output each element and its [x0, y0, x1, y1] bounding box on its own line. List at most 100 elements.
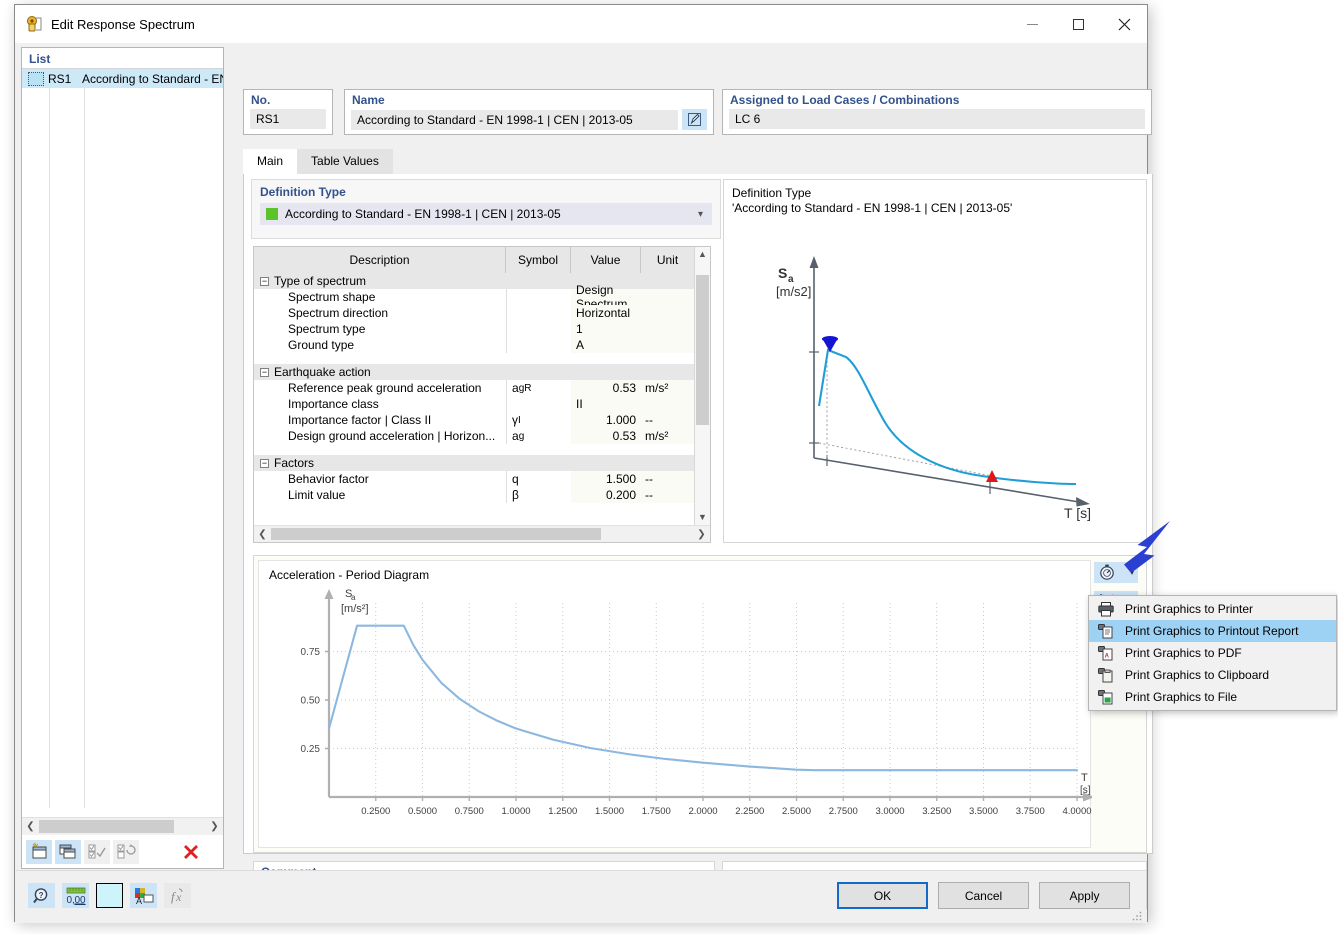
name-field-group: Name According to Standard - EN 1998-1 |… [344, 89, 714, 135]
svg-text:A: A [136, 896, 142, 905]
scroll-thumb[interactable] [696, 275, 709, 425]
close-button[interactable] [1101, 5, 1147, 43]
svg-text:2.2500: 2.2500 [735, 806, 764, 817]
list-horizontal-scrollbar[interactable]: ❮ ❯ [22, 817, 223, 835]
grid-row[interactable]: Importance factor | Class II γ I 1.000 -- [254, 412, 695, 428]
grid-cell-value[interactable]: 1.000 [571, 412, 641, 428]
svg-text:?: ? [38, 891, 43, 900]
property-grid: Description Symbol Value Unit − Type of s… [253, 246, 711, 543]
context-menu-item-4[interactable]: Print Graphics to File [1089, 686, 1336, 708]
svg-text:3.7500: 3.7500 [1016, 806, 1045, 817]
tab-table-values[interactable]: Table Values [297, 149, 393, 174]
ok-button[interactable]: OK [837, 882, 928, 909]
definition-type-select[interactable]: According to Standard - EN 1998-1 | CEN … [260, 203, 712, 225]
collapse-expander-icon[interactable]: − [260, 276, 269, 286]
grid-cell-value[interactable]: Design Spectrum [571, 283, 641, 311]
scroll-thumb[interactable] [39, 820, 174, 833]
tab-main[interactable]: Main [243, 149, 298, 174]
report-page-icon [1093, 623, 1119, 639]
fx-icon: f x [164, 883, 191, 908]
diagram-title: Acceleration - Period Diagram [269, 568, 430, 582]
grid-row[interactable]: Ground type A [254, 337, 695, 353]
new-item-button[interactable] [26, 840, 52, 864]
scroll-left-icon[interactable]: ❮ [254, 529, 271, 540]
grid-cell-value[interactable]: 1.500 [571, 471, 641, 487]
grid-cell-value[interactable]: A [571, 337, 641, 353]
grid-row[interactable]: Design ground acceleration | Horizon... a… [254, 428, 695, 444]
scroll-thumb[interactable] [271, 528, 601, 540]
grid-cell-value[interactable]: 0.53 [571, 428, 641, 444]
name-input[interactable]: According to Standard - EN 1998-1 | CEN … [351, 109, 678, 130]
column-header-symbol: Symbol [506, 247, 571, 273]
grid-cell-unit: -- [641, 487, 695, 503]
grid-row[interactable]: Spectrum direction Horizontal [254, 305, 695, 321]
assigned-label: Assigned to Load Cases / Combinations [730, 93, 960, 107]
scroll-left-icon[interactable]: ❮ [22, 821, 39, 832]
grid-cell-value[interactable]: 1 [571, 321, 641, 337]
grid-cell-unit: -- [641, 471, 695, 487]
context-menu-item-0[interactable]: Print Graphics to Printer [1089, 598, 1336, 620]
edit-pencil-icon[interactable] [682, 109, 707, 130]
scroll-track[interactable] [271, 527, 693, 541]
svg-text:4.0000: 4.0000 [1062, 806, 1091, 817]
clipboard-page-icon [1093, 667, 1119, 683]
grid-row[interactable]: Limit value β 0.200 -- [254, 487, 695, 503]
svg-text:[m/s²]: [m/s²] [341, 603, 369, 615]
scroll-right-icon[interactable]: ❯ [206, 821, 223, 832]
collapse-expander-icon[interactable]: − [260, 367, 269, 377]
context-menu-item-3[interactable]: Print Graphics to Clipboard [1089, 664, 1336, 686]
decimal-places-icon[interactable]: 0, 00 [62, 883, 89, 908]
minimize-button[interactable] [1009, 5, 1055, 43]
color-swatch-icon[interactable] [96, 883, 123, 908]
delete-item-button[interactable] [178, 840, 204, 864]
screen: Edit Response Spectrum List RS1 Accordin… [0, 0, 1338, 934]
maximize-button[interactable] [1055, 5, 1101, 43]
svg-text:a: a [351, 593, 356, 602]
collapse-expander-icon[interactable]: − [260, 458, 269, 468]
chevron-down-icon[interactable]: ▾ [698, 209, 703, 220]
grid-vertical-scrollbar[interactable]: ▲ ▼ [694, 247, 710, 525]
grid-cell-unit [641, 396, 695, 412]
context-menu-item-1[interactable]: Print Graphics to Printout Report [1089, 620, 1336, 642]
column-header-unit: Unit [641, 247, 695, 273]
number-input[interactable]: RS1 [250, 109, 326, 129]
grid-cell-value[interactable]: 0.53 [571, 380, 641, 396]
scroll-track[interactable] [39, 819, 206, 834]
copy-item-button[interactable] [55, 840, 81, 864]
grid-horizontal-scrollbar[interactable]: ❮ ❯ [254, 525, 710, 542]
context-menu-item-2[interactable]: A Print Graphics to PDF [1089, 642, 1336, 664]
assigned-value[interactable]: LC 6 [729, 109, 1145, 129]
svg-text:[s]: [s] [1080, 785, 1091, 796]
cancel-button[interactable]: Cancel [938, 882, 1029, 909]
color-swatch-icon[interactable] [28, 71, 44, 86]
preview-line-2: 'According to Standard - EN 1998-1 | CEN… [732, 201, 1013, 215]
scroll-up-icon[interactable]: ▲ [695, 247, 710, 262]
number-field-group: No. RS1 [243, 89, 333, 135]
svg-text:1.7500: 1.7500 [642, 806, 671, 817]
list-item[interactable]: RS1 According to Standard - EN 1 [22, 69, 223, 88]
grid-row[interactable]: Importance class II [254, 396, 695, 412]
resize-grip[interactable] [1132, 910, 1142, 921]
grid-row[interactable]: Reference peak ground acceleration a gR 0.5… [254, 380, 695, 396]
grid-group-row[interactable]: − Earthquake action [254, 364, 695, 380]
grid-body: − Type of spectrum Spectrum shape Design Sp… [254, 273, 695, 525]
svg-text:2.7500: 2.7500 [829, 806, 858, 817]
grid-cell-value[interactable]: Horizontal [571, 305, 641, 321]
grid-row[interactable]: Behavior factor q 1.500 -- [254, 471, 695, 487]
list-grid-line [49, 88, 50, 808]
grid-group-row[interactable]: − Factors [254, 455, 695, 471]
column-header-value: Value [571, 247, 641, 273]
window-title: Edit Response Spectrum [51, 16, 195, 32]
grid-cell-value[interactable]: 0.200 [571, 487, 641, 503]
preview-line-1: Definition Type [732, 186, 812, 200]
grid-row[interactable]: Spectrum type 1 [254, 321, 695, 337]
apply-button[interactable]: Apply [1039, 882, 1130, 909]
grid-cell-unit [641, 305, 695, 321]
grid-row[interactable]: Spectrum shape Design Spectrum [254, 283, 695, 311]
scroll-right-icon[interactable]: ❯ [693, 529, 710, 540]
magnifier-question-icon[interactable]: ? [28, 883, 55, 908]
grid-cell-value[interactable]: II [571, 396, 641, 412]
scroll-down-icon[interactable]: ▼ [695, 510, 710, 525]
display-properties-icon[interactable]: A [130, 883, 157, 908]
svg-text:0.50: 0.50 [301, 696, 321, 707]
